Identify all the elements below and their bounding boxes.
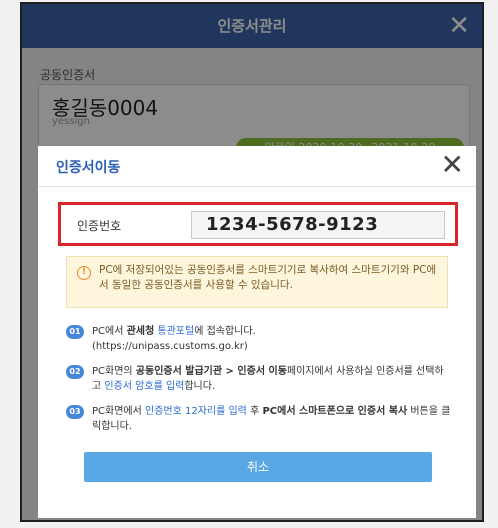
close-icon[interactable]: ✕ xyxy=(441,149,464,181)
auth-code-label: 인증번호 xyxy=(77,219,122,233)
notice-text: PC에 저장되어있는 공동인증서를 스마트기기로 복사하여 스마트기기와 PC에… xyxy=(99,264,437,291)
app-frame: 인증서관리 ✕ 공동인증서 홍길동0004 yessign 만료일 2020-1… xyxy=(20,2,484,522)
auth-code-highlight: 인증번호 1234-5678-9123 xyxy=(58,202,458,246)
cancel-button[interactable]: 취소 xyxy=(84,452,432,482)
step-number-badge: 03 xyxy=(66,405,84,419)
dialog-header: 인증서이동 ✕ xyxy=(38,146,476,187)
step-text: PC에서 관세청 통관포털에 접속합니다. (https://unipass.cu… xyxy=(92,326,256,352)
info-icon: ! xyxy=(77,266,91,280)
transfer-dialog: 인증서이동 ✕ 인증번호 1234-5678-9123 ! PC에 저장되어있는… xyxy=(38,146,476,518)
step-text: PC화면에서 인증번호 12자리를 입력 후 PC에서 스마트폰으로 인증서 복… xyxy=(92,406,451,432)
step-number-badge: 01 xyxy=(66,325,84,339)
step-text: PC화면의 공동인증서 발급기관 > 인증서 이동페이지에서 사용하실 인증서를… xyxy=(92,366,444,392)
auth-code-field: 1234-5678-9123 xyxy=(191,211,445,239)
step-number-badge: 02 xyxy=(66,365,84,379)
notice-box: ! PC에 저장되어있는 공동인증서를 스마트기기로 복사하여 스마트기기와 P… xyxy=(66,256,448,308)
dialog-title: 인증서이동 xyxy=(56,160,121,176)
